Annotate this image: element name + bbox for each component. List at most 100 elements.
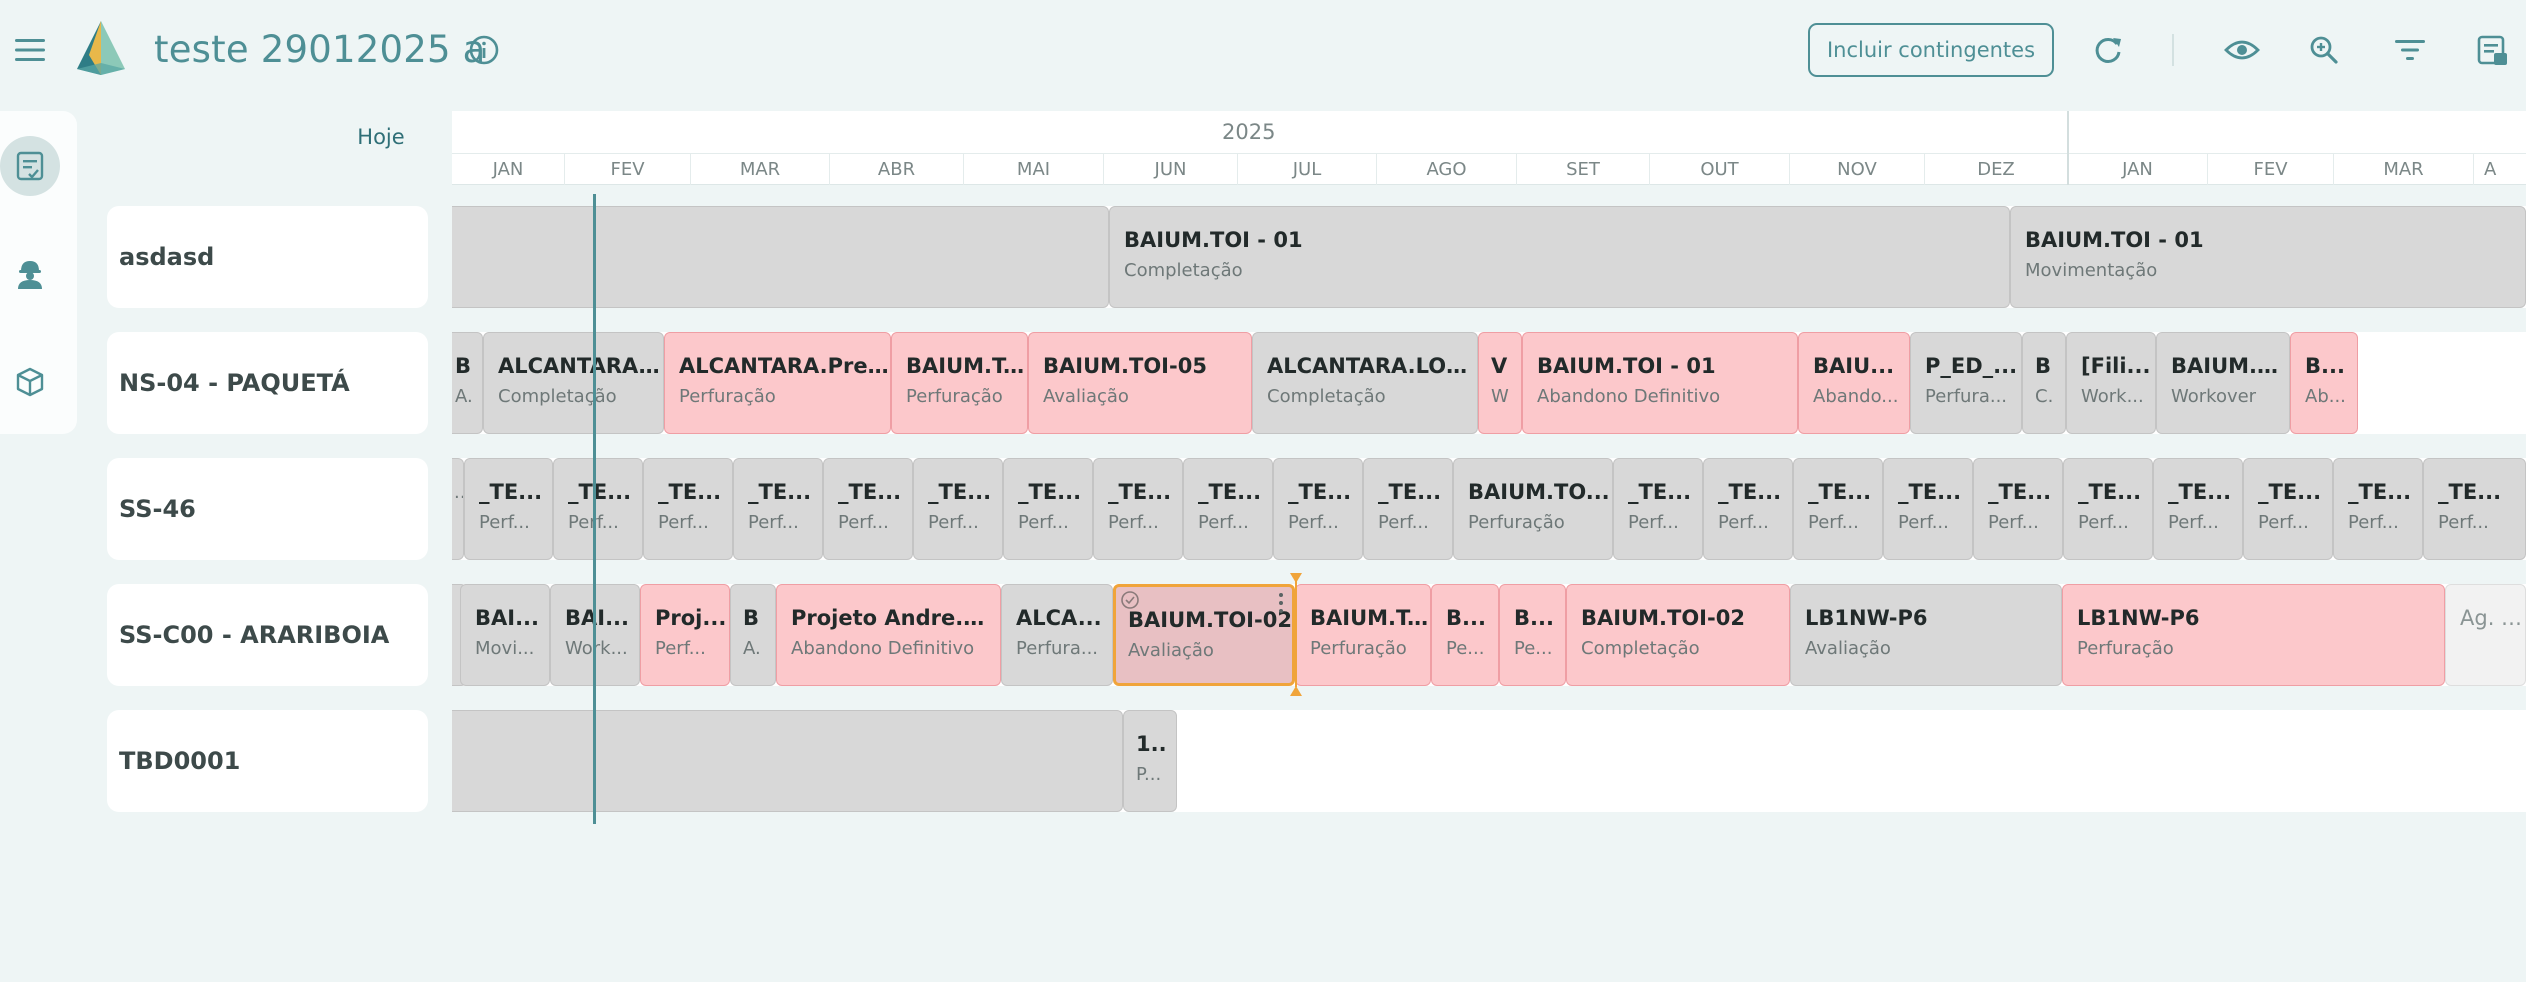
task-bar[interactable]: BAIUM.TOI - 01 Movimentação — [2010, 206, 2526, 308]
task-type: Perf... — [928, 512, 979, 533]
task-type: Avaliação — [1805, 638, 1891, 659]
task-bar[interactable]: BAIU... Abando... — [1798, 332, 1910, 434]
filter-icon[interactable] — [2390, 32, 2430, 68]
task-bar[interactable]: _TE... Perf... — [2153, 458, 2243, 560]
info-icon[interactable] — [466, 32, 502, 68]
task-bar[interactable]: _TE... Perf... — [1093, 458, 1183, 560]
task-bar[interactable]: BAIUM.TOI-02 Completação — [1566, 584, 1790, 686]
today-button[interactable]: Hoje — [352, 119, 410, 155]
task-title: P_ED_... — [1925, 354, 2018, 378]
task-bar[interactable]: B... Ab... — [2290, 332, 2358, 434]
task-bar[interactable]: BAI... Movi... — [460, 584, 550, 686]
year-row: 2025 — [452, 111, 2526, 153]
task-bar[interactable]: B A. — [452, 332, 483, 434]
worker-icon[interactable] — [0, 244, 60, 304]
notes-icon[interactable] — [2472, 30, 2512, 70]
task-title: _TE... — [658, 480, 722, 504]
task-title: _TE... — [1018, 480, 1082, 504]
task-bar[interactable]: Projeto Andre.Al... Abandono Definitivo — [776, 584, 1001, 686]
task-bar[interactable]: _TE... Perf... — [1973, 458, 2063, 560]
task-bar[interactable]: _TE... Perf... — [464, 458, 553, 560]
row-label[interactable]: asdasd — [107, 206, 428, 308]
month-label: FEV — [2207, 154, 2333, 185]
task-bar[interactable]: _TE... Perf... — [1703, 458, 1793, 560]
task-bar[interactable]: _TE... Perf... — [643, 458, 733, 560]
include-contingents-button[interactable]: Incluir contingentes — [1808, 23, 2054, 77]
resize-handle[interactable] — [1295, 581, 1297, 687]
task-bar[interactable]: B... Pe... — [1431, 584, 1499, 686]
task-bar[interactable]: P_ED_... Perfura... — [1910, 332, 2022, 434]
task-bar[interactable]: B... Pe... — [1499, 584, 1566, 686]
task-bar[interactable]: BAIUM.TOI - 01 Abandono Definitivo — [1522, 332, 1798, 434]
task-type: C. — [2035, 386, 2054, 407]
month-label: OUT — [1649, 154, 1789, 185]
task-title: _TE... — [1108, 480, 1172, 504]
task-bar[interactable]: _TE... Perf... — [2423, 458, 2526, 560]
task-title: BAIUM.TOI - 01 — [1124, 228, 1303, 252]
task-bar[interactable]: _TE... Perf... — [1183, 458, 1273, 560]
task-bar[interactable]: .. — [452, 458, 464, 560]
task-bar[interactable]: BAIUM.TOI - 01 Completação — [1109, 206, 2010, 308]
task-title: ALCANTARA.LOC... — [1267, 354, 1477, 378]
task-title: _TE... — [1198, 480, 1262, 504]
gantt-timeline: 2025 JAN FEV MAR ABR MAI JUN JUL AGO SET… — [452, 111, 2526, 982]
task-type: Perf... — [1018, 512, 1069, 533]
task-bar[interactable] — [452, 710, 1123, 812]
task-bar[interactable]: BAIUM.T... Perfuração — [1295, 584, 1431, 686]
resize-handle-bottom[interactable] — [1290, 686, 1302, 696]
task-bar[interactable]: _TE... Perf... — [1793, 458, 1883, 560]
task-bar[interactable]: 1.. P... — [1123, 710, 1177, 812]
task-type: Perf... — [2438, 512, 2489, 533]
task-bar[interactable]: [Fili... Work... — [2066, 332, 2156, 434]
package-icon[interactable] — [0, 352, 60, 412]
row-label[interactable]: SS-C00 - ARARIBOIA — [107, 584, 428, 686]
refresh-icon[interactable] — [2090, 32, 2126, 68]
eye-icon[interactable] — [2220, 32, 2264, 68]
task-title: V — [1491, 354, 1508, 378]
task-bar[interactable]: BAIUM.T... Workover — [2156, 332, 2290, 434]
task-bar[interactable]: _TE... Perf... — [553, 458, 643, 560]
zoom-icon[interactable] — [2306, 32, 2342, 68]
task-bar[interactable]: _TE... Perf... — [1363, 458, 1453, 560]
task-bar[interactable]: Proj... Perf... — [640, 584, 730, 686]
task-bar[interactable]: _TE... Perf... — [823, 458, 913, 560]
row-label[interactable]: SS-46 — [107, 458, 428, 560]
month-label: SET — [1516, 154, 1649, 185]
task-bar[interactable]: _TE... Perf... — [2243, 458, 2333, 560]
task-title: BAIUM.TOI - 01 — [2025, 228, 2204, 252]
task-bar[interactable]: ALCANTARA.Pref ... Perfuração — [664, 332, 891, 434]
task-type: Perfuração — [906, 386, 1003, 407]
task-bar[interactable]: _TE... Perf... — [1883, 458, 1973, 560]
task-bar[interactable]: _TE... Perf... — [733, 458, 823, 560]
task-bar[interactable]: VW — [1478, 332, 1522, 434]
more-options-icon[interactable] — [1274, 591, 1288, 615]
task-bar[interactable]: ALCANTARA.LOC... Completação — [1252, 332, 1478, 434]
task-title: _TE... — [1288, 480, 1352, 504]
task-bar[interactable]: _TE... Perf... — [2333, 458, 2423, 560]
task-bar[interactable]: ALCA... Perfura... — [1001, 584, 1113, 686]
task-bar[interactable]: ALCANTARA.... Completação — [483, 332, 664, 434]
task-bar[interactable]: _TE... Perf... — [1613, 458, 1703, 560]
task-bar[interactable] — [452, 206, 1109, 308]
task-bar[interactable]: BAIUM.TO... Perfuração — [1453, 458, 1613, 560]
task-bar[interactable]: BAIUM.T... Perfuração — [891, 332, 1028, 434]
task-bar[interactable]: LB1NW-P6 Avaliação — [1790, 584, 2062, 686]
task-type: Pe... — [1514, 638, 1553, 659]
task-bar[interactable]: _TE... Perf... — [2063, 458, 2153, 560]
menu-icon[interactable] — [10, 30, 50, 70]
task-bar[interactable]: B C. — [2022, 332, 2066, 434]
task-bar[interactable]: B A. — [730, 584, 776, 686]
task-type: Perfuração — [2077, 638, 2174, 659]
task-type: Perf... — [748, 512, 799, 533]
schedule-icon[interactable] — [0, 136, 60, 196]
task-title: LB1NW-P6 — [2077, 606, 2200, 630]
task-bar-selected[interactable]: BAIUM.TOI-02 Avaliação — [1113, 584, 1295, 686]
row-label[interactable]: NS-04 - PAQUETÁ — [107, 332, 428, 434]
task-bar[interactable]: _TE... Perf... — [1273, 458, 1363, 560]
task-bar[interactable]: LB1NW-P6 Perfuração — [2062, 584, 2445, 686]
task-bar[interactable]: _TE... Perf... — [913, 458, 1003, 560]
task-bar[interactable]: BAIUM.TOI-05 Avaliação — [1028, 332, 1252, 434]
task-bar[interactable]: Ag. Pro — [2445, 584, 2526, 686]
task-bar[interactable]: _TE... Perf... — [1003, 458, 1093, 560]
row-label[interactable]: TBD0001 — [107, 710, 428, 812]
